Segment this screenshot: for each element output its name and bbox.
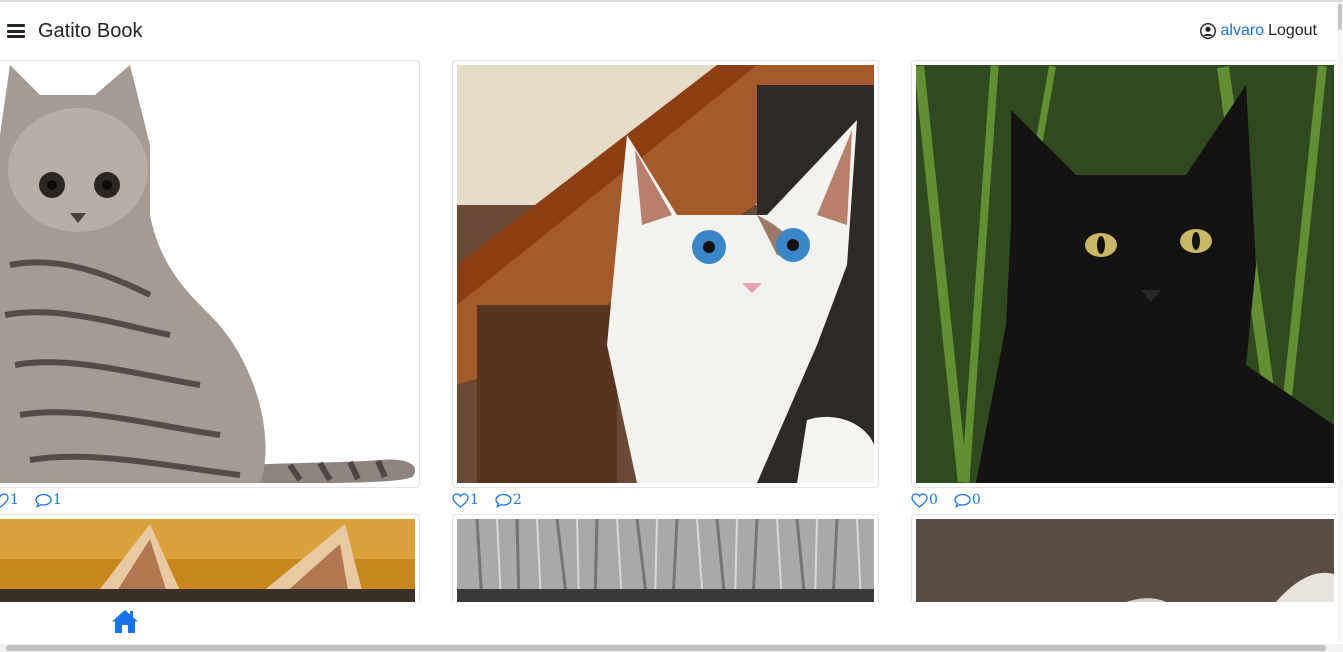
like-button[interactable]: 1 <box>452 492 479 508</box>
comment-button[interactable]: 1 <box>35 492 62 508</box>
comment-icon <box>35 493 52 508</box>
bottom-bar <box>0 602 1343 644</box>
comment-count: 0 <box>971 492 981 508</box>
cat-photo-tabby[interactable] <box>0 65 415 483</box>
like-button[interactable]: 0 <box>911 492 938 508</box>
heart-icon <box>911 492 928 508</box>
like-count: 1 <box>10 492 19 508</box>
comment-icon <box>495 493 512 508</box>
username-link[interactable]: alvaro <box>1220 22 1264 40</box>
vertical-scrollbar-thumb[interactable] <box>1338 4 1342 30</box>
like-count: 0 <box>929 492 938 508</box>
comment-icon <box>954 493 971 508</box>
home-icon[interactable] <box>111 608 139 634</box>
cat-photo-black-cat[interactable] <box>916 65 1334 483</box>
comment-count: 1 <box>52 492 62 508</box>
heart-icon <box>452 492 469 508</box>
logout-link[interactable]: Logout <box>1268 22 1317 40</box>
cat-photo-orange[interactable] <box>0 519 415 602</box>
hamburger-icon[interactable] <box>7 24 25 38</box>
brand-area: Gatito Book <box>7 20 143 43</box>
like-button[interactable]: 1 <box>0 492 19 508</box>
user-circle-icon <box>1200 23 1217 39</box>
vertical-scrollbar[interactable] <box>1337 2 1343 642</box>
cat-photo-white-kitten[interactable] <box>457 65 874 483</box>
cat-photo-grey-fur[interactable] <box>457 519 874 602</box>
photo-stats: 1 1 <box>0 492 78 508</box>
comment-count: 2 <box>512 492 522 508</box>
photo-stats: 1 2 <box>452 492 538 508</box>
photo-stats: 0 0 <box>911 492 997 508</box>
cat-photo-dark[interactable] <box>916 519 1334 602</box>
brand-title[interactable]: Gatito Book <box>38 20 143 43</box>
comment-button[interactable]: 0 <box>954 492 981 508</box>
heart-icon <box>0 492 9 508</box>
user-area: alvaro Logout <box>1200 22 1317 40</box>
navbar: Gatito Book alvaro Logout <box>0 2 1336 60</box>
like-count: 1 <box>470 492 479 508</box>
horizontal-scrollbar-thumb[interactable] <box>6 645 1326 651</box>
comment-button[interactable]: 2 <box>495 492 522 508</box>
